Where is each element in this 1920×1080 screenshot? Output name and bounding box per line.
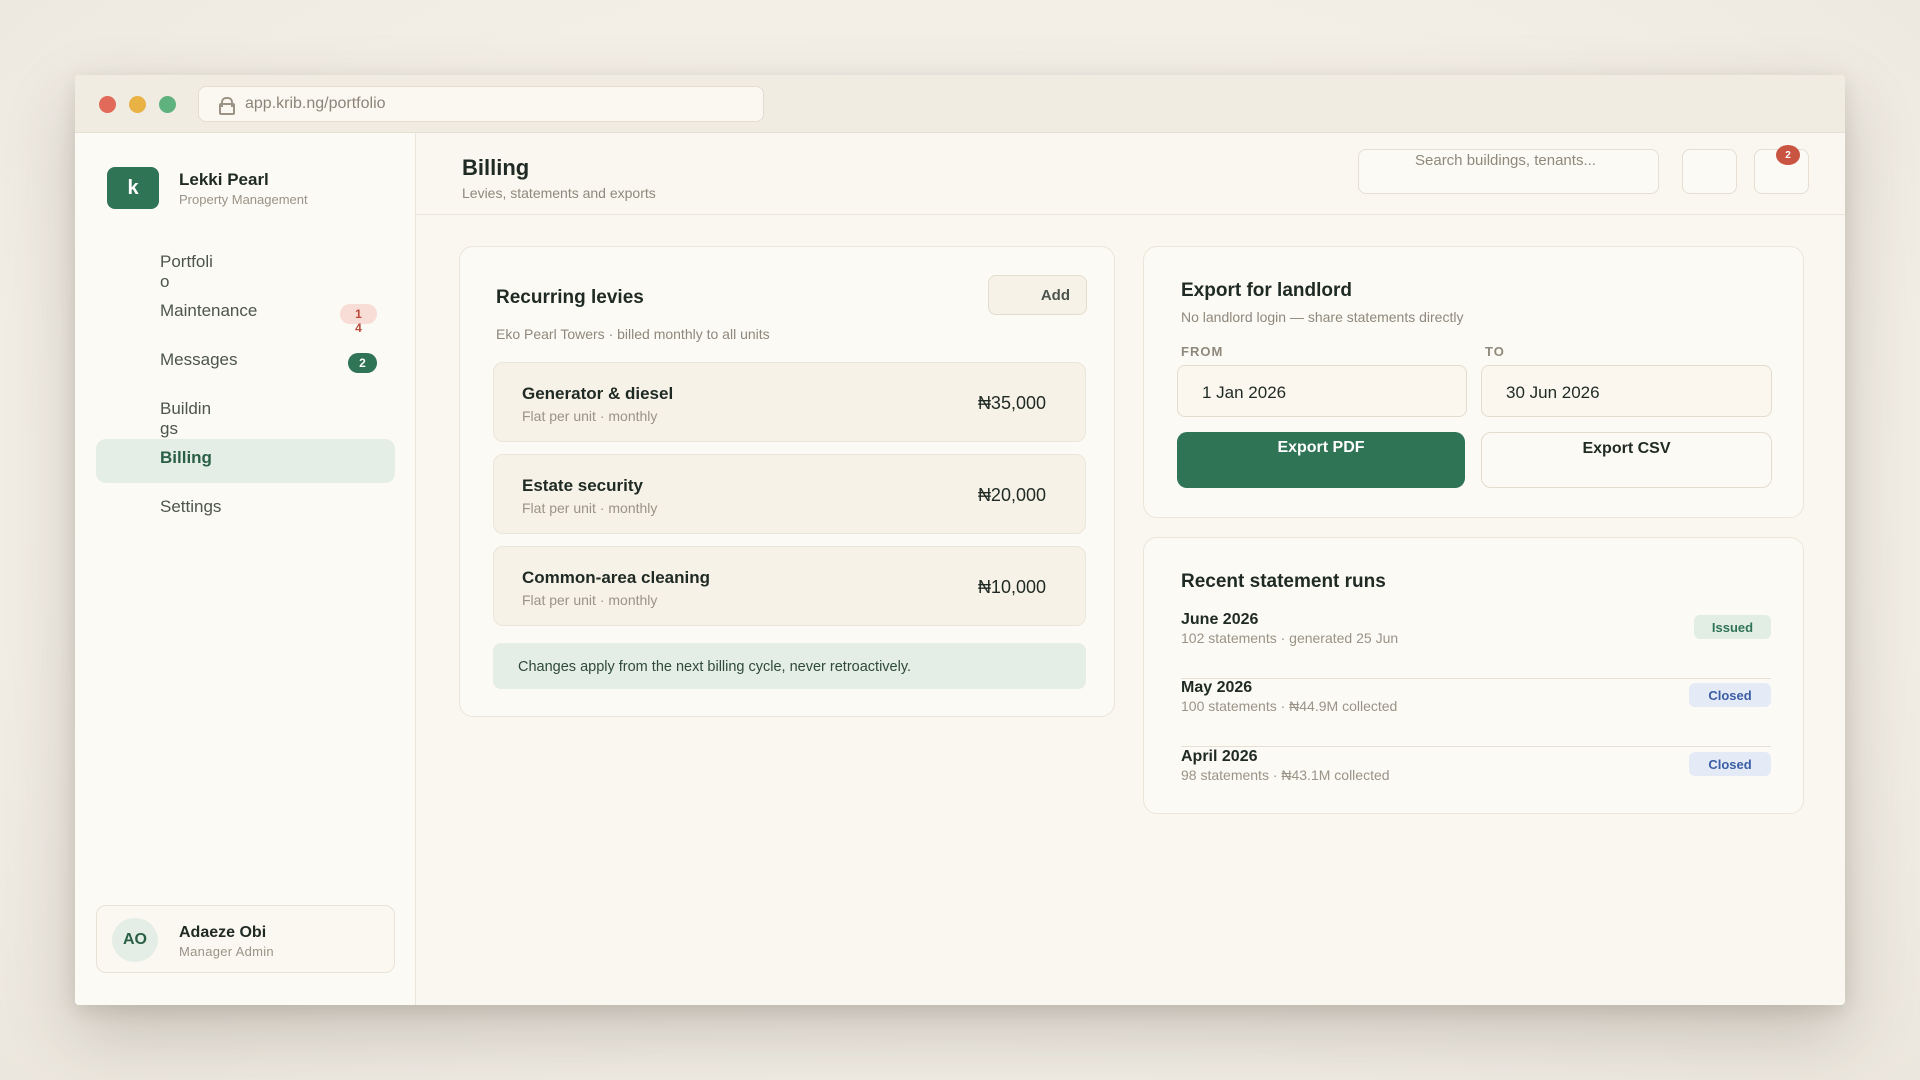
levy-name: Common-area cleaning [522,568,710,587]
from-date-input[interactable]: 1 Jan 2026 [1177,365,1467,417]
levy-row[interactable]: Estate security Flat per unit · monthly … [493,454,1086,534]
lock-icon [219,97,235,115]
page-subtitle: Levies, statements and exports [462,185,656,201]
sidebar-item-label: Maintenance [160,301,258,320]
sidebar-item-maintenance[interactable]: Maintenance 14 [96,292,395,336]
run-title: June 2026 [1181,611,1259,628]
sidebar-item-label: Messages [160,350,238,369]
add-levy-button[interactable]: Add [988,275,1087,315]
levy-amount: ₦10,000 [977,577,1046,597]
levies-title: Recurring levies [496,287,644,308]
search-input[interactable]: Search buildings, tenants... [1358,149,1659,194]
run-meta: 98 statements · ₦43.1M collected [1181,767,1390,783]
user-name: Adaeze Obi [179,924,267,941]
brand-name: Lekki Pearl [179,169,269,189]
export-title: Export for landlord [1181,280,1352,301]
runs-title: Recent statement runs [1181,571,1386,592]
export-landlord-card: Export for landlord No landlord login — … [1143,246,1804,518]
run-title: April 2026 [1181,748,1258,765]
close-window-button[interactable] [99,96,116,113]
sidebar-item-label: Billing [160,448,212,467]
levies-subtitle: Eko Pearl Towers · billed monthly to all… [496,326,770,342]
url-text: app.krib.ng/portfolio [245,95,386,112]
sidebar-item-messages[interactable]: Messages 2 [96,341,395,385]
user-card[interactable]: AO Adaeze Obi Manager Admin [96,905,395,973]
recurring-levies-card: Recurring levies Eko Pearl Towers · bill… [459,246,1115,717]
sidebar-item-buildings[interactable]: Buildings [96,390,395,438]
statement-run-row[interactable]: May 2026 100 statements · ₦44.9M collect… [1181,679,1771,747]
sidebar-item-label: Buildings [160,399,212,438]
status-badge: Closed [1689,683,1771,707]
address-bar[interactable]: app.krib.ng/portfolio [198,86,764,122]
brand-subtitle: Property Management [179,191,308,207]
maintenance-count-badge: 14 [340,304,377,335]
messages-count-badge: 2 [348,353,377,373]
status-badge: Issued [1694,615,1771,639]
sidebar-item-portfolio[interactable]: Portfolio [96,243,395,291]
levy-meta: Flat per unit · monthly [522,500,658,516]
levy-meta: Flat per unit · monthly [522,408,658,424]
search-placeholder: Search buildings, tenants... [1415,152,1596,169]
notification-count-badge: 2 [1776,145,1800,165]
levy-row[interactable]: Common-area cleaning Flat per unit · mon… [493,546,1086,626]
levy-amount: ₦35,000 [977,393,1046,413]
statement-run-row[interactable]: June 2026 102 statements · generated 25 … [1181,611,1771,679]
search-icon [1381,164,1395,178]
sidebar-item-billing[interactable]: Billing [96,439,395,483]
page-title: Billing [462,155,530,180]
billing-cycle-notice: Changes apply from the next billing cycl… [493,643,1086,689]
levy-row[interactable]: Generator & diesel Flat per unit · month… [493,362,1086,442]
minimize-window-button[interactable] [129,96,146,113]
levy-name: Generator & diesel [522,384,674,403]
status-badge: Closed [1689,752,1771,776]
maximize-window-button[interactable] [159,96,176,113]
brand[interactable]: k Lekki Pearl Property Management [107,167,308,209]
run-meta: 102 statements · generated 25 Jun [1181,630,1399,646]
avatar: AO [112,918,158,962]
run-title: May 2026 [1181,679,1253,696]
page-header: Billing Levies, statements and exports S… [416,133,1845,215]
to-date-input[interactable]: 30 Jun 2026 [1481,365,1772,417]
export-csv-button[interactable]: Export CSV [1481,432,1772,488]
export-pdf-button[interactable]: Export PDF [1177,432,1465,488]
user-role: Manager Admin [179,944,274,959]
sidebar-item-settings[interactable]: Settings [96,488,395,532]
to-label: TO [1485,344,1505,359]
browser-titlebar: app.krib.ng/portfolio [75,75,1845,133]
levy-amount: ₦20,000 [977,485,1046,505]
export-subtitle: No landlord login — share statements dir… [1181,309,1464,325]
run-meta: 100 statements · ₦44.9M collected [1181,698,1398,714]
from-label: FROM [1181,344,1224,359]
sidebar-item-label: Portfolio [160,252,213,291]
statement-run-row[interactable]: April 2026 98 statements · ₦43.1M collec… [1181,748,1771,816]
levy-meta: Flat per unit · monthly [522,592,658,608]
statement-runs-card: Recent statement runs June 2026 102 stat… [1143,537,1804,814]
sidebar: k Lekki Pearl Property Management Portfo… [75,133,416,1005]
notifications-button[interactable]: 2 [1754,145,1809,194]
levy-name: Estate security [522,476,643,495]
help-button[interactable] [1682,149,1737,194]
brand-logo: k [107,167,159,209]
browser-window: app.krib.ng/portfolio k Lekki Pearl Prop… [75,75,1845,1005]
sidebar-item-label: Settings [160,497,222,516]
